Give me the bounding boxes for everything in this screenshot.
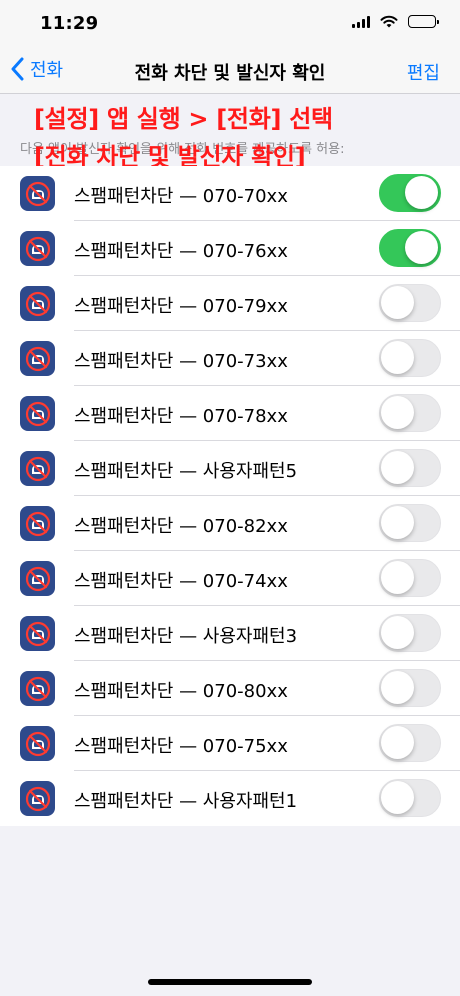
battery-icon — [408, 15, 439, 28]
list-item: 스팸패턴차단 — 070-70xx — [0, 166, 460, 221]
toggle-knob — [381, 341, 414, 374]
toggle-knob — [381, 451, 414, 484]
enable-toggle[interactable] — [379, 394, 441, 432]
toggle-knob — [381, 616, 414, 649]
spam-block-app-icon — [20, 781, 55, 816]
list-item: 스팸패턴차단 — 사용자패턴3 — [0, 606, 460, 661]
enable-toggle[interactable] — [379, 724, 441, 762]
app-label: 스팸패턴차단 — 사용자패턴3 — [74, 626, 298, 647]
status-bar: 11:29 — [0, 0, 460, 48]
navigation-bar: 전화 전화 차단 및 발신자 확인 편집 — [0, 48, 460, 94]
list-item: 스팸패턴차단 — 070-80xx — [0, 661, 460, 716]
page-title: 전화 차단 및 발신자 확인 — [134, 63, 326, 84]
list-item: 스팸패턴차단 — 070-76xx — [0, 221, 460, 276]
app-label: 스팸패턴차단 — 070-75xx — [74, 736, 288, 757]
app-label: 스팸패턴차단 — 070-80xx — [74, 681, 288, 702]
status-icons — [352, 15, 439, 28]
call-blocking-app-list: 스팸패턴차단 — 070-70xx 스팸패턴차단 — 070-76xx 스팸패턴차단… — [0, 166, 460, 826]
signal-icon — [352, 15, 370, 28]
list-item: 스팸패턴차단 — 070-73xx — [0, 331, 460, 386]
list-item: 스팸패턴차단 — 070-75xx — [0, 716, 460, 771]
app-label: 스팸패턴차단 — 사용자패턴5 — [74, 461, 298, 482]
app-label: 스팸패턴차단 — 070-74xx — [74, 571, 288, 592]
list-item: 스팸패턴차단 — 사용자패턴5 — [0, 441, 460, 496]
spam-block-app-icon — [20, 726, 55, 761]
enable-toggle[interactable] — [379, 229, 441, 267]
spam-block-app-icon — [20, 396, 55, 431]
enable-toggle[interactable] — [379, 174, 441, 212]
list-item: 스팸패턴차단 — 사용자패턴1 — [0, 771, 460, 826]
app-label: 스팸패턴차단 — 070-82xx — [74, 516, 288, 537]
app-label: 스팸패턴차단 — 070-70xx — [74, 186, 288, 207]
enable-toggle[interactable] — [379, 284, 441, 322]
toggle-knob — [381, 671, 414, 704]
spam-block-app-icon — [20, 286, 55, 321]
annotation-line-1: [설정] 앱 실행 > [전화] 선택 — [34, 105, 333, 133]
list-item: 스팸패턴차단 — 070-79xx — [0, 276, 460, 331]
toggle-knob — [405, 176, 438, 209]
enable-toggle[interactable] — [379, 559, 441, 597]
app-label: 스팸패턴차단 — 070-76xx — [74, 241, 288, 262]
toggle-knob — [405, 231, 438, 264]
spam-block-app-icon — [20, 341, 55, 376]
enable-toggle[interactable] — [379, 449, 441, 487]
toggle-knob — [381, 506, 414, 539]
home-indicator — [148, 979, 312, 985]
list-item: 스팸패턴차단 — 070-82xx — [0, 496, 460, 551]
spam-block-app-icon — [20, 176, 55, 211]
edit-button[interactable]: 편집 — [407, 59, 440, 85]
enable-toggle[interactable] — [379, 779, 441, 817]
app-label: 스팸패턴차단 — 사용자패턴1 — [74, 791, 298, 812]
spam-block-app-icon — [20, 671, 55, 706]
spam-block-app-icon — [20, 451, 55, 486]
spam-block-app-icon — [20, 561, 55, 596]
app-label: 스팸패턴차단 — 070-78xx — [74, 406, 288, 427]
enable-toggle[interactable] — [379, 669, 441, 707]
enable-toggle[interactable] — [379, 339, 441, 377]
spam-block-app-icon — [20, 506, 55, 541]
wifi-icon — [380, 15, 398, 28]
app-label: 스팸패턴차단 — 070-73xx — [74, 351, 288, 372]
spam-block-app-icon — [20, 231, 55, 266]
toggle-knob — [381, 726, 414, 759]
toggle-knob — [381, 286, 414, 319]
enable-toggle[interactable] — [379, 614, 441, 652]
enable-toggle[interactable] — [379, 504, 441, 542]
status-time: 11:29 — [40, 13, 99, 34]
list-item: 스팸패턴차단 — 070-78xx — [0, 386, 460, 441]
spam-block-app-icon — [20, 616, 55, 651]
app-label: 스팸패턴차단 — 070-79xx — [74, 296, 288, 317]
toggle-knob — [381, 781, 414, 814]
toggle-knob — [381, 561, 414, 594]
toggle-knob — [381, 396, 414, 429]
list-item: 스팸패턴차단 — 070-74xx — [0, 551, 460, 606]
annotation-overlay: [설정] 앱 실행 > [전화] 선택 [전화 차단 및 발신자 확인] — [34, 100, 333, 176]
